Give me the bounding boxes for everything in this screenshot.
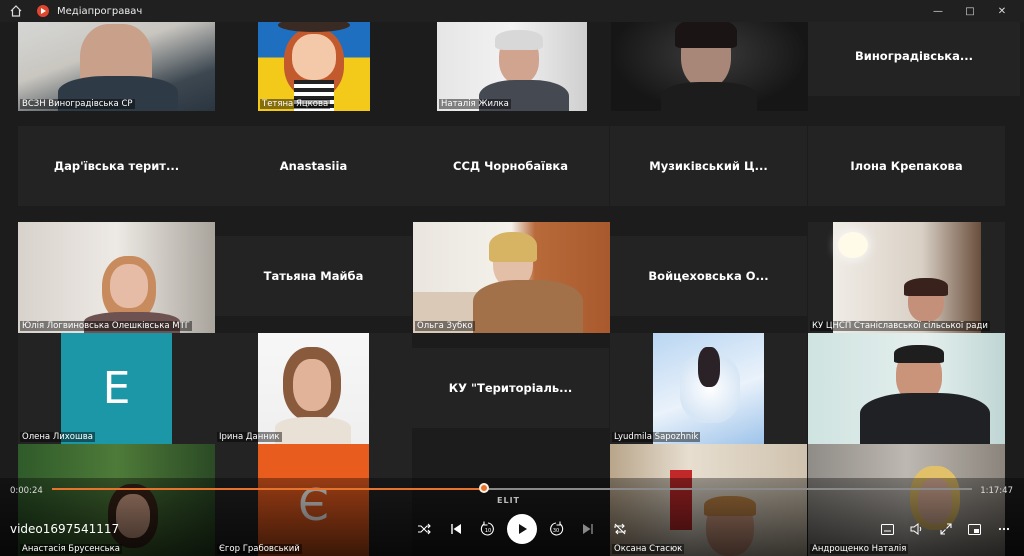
participant-name: Наталія Жилка <box>439 99 511 109</box>
play-button[interactable] <box>507 514 537 544</box>
subtitles-icon <box>881 523 894 535</box>
participant-name: ССД Чорнобаївка <box>453 159 568 173</box>
subtitles-button[interactable] <box>873 518 902 540</box>
video-filename: video1697541117 <box>10 522 120 536</box>
participant-name: Anastasiia <box>279 159 348 173</box>
seek-bar[interactable] <box>52 483 972 493</box>
participant-name: Оксана Стасюк <box>612 544 685 554</box>
svg-text:30: 30 <box>553 528 559 534</box>
participant-name: КУ ЦНСП Станіславської сільської ради <box>810 321 990 331</box>
more-icon <box>998 527 1009 531</box>
elapsed-time: 0:00:24 <box>10 486 43 496</box>
more-options-button[interactable] <box>989 518 1018 540</box>
title-bar: Медіапрогравач — □ ✕ <box>0 0 1024 22</box>
expand-icon <box>939 523 952 535</box>
participant-tile: Lyudmila Sapozhnik <box>610 333 807 444</box>
window-controls: — □ ✕ <box>922 0 1018 22</box>
participant-tile: Ірина Данник <box>215 333 412 444</box>
volume-button[interactable] <box>902 518 931 540</box>
minimize-button[interactable]: — <box>922 0 954 22</box>
total-duration: 1:17:47 <box>980 486 1013 496</box>
participant-tile: ССД Чорнобаївка <box>412 126 609 206</box>
participant-tile: Anastasiia <box>215 126 412 206</box>
participant-avatar: E <box>61 333 172 444</box>
participant-name: Lyudmila Sapozhnik <box>612 432 701 442</box>
seek-progress <box>52 488 485 490</box>
participant-tile: Ольга Зубко <box>413 222 610 333</box>
participant-name: Андрощенко Наталія <box>810 544 909 554</box>
participant-tile: Наталія Жилка <box>437 12 587 111</box>
playback-controls: 10 30 <box>408 514 636 544</box>
mini-player-icon <box>968 523 981 535</box>
maximize-button[interactable]: □ <box>954 0 986 22</box>
secondary-controls <box>873 518 1018 540</box>
participant-tile: Татьяна Майба <box>215 236 412 316</box>
participant-name: Олена Лихошва <box>20 432 95 442</box>
participant-name: Войцеховська О... <box>648 269 769 283</box>
participant-tile: Юлія Логвиновська Олешківська МТГ <box>18 222 215 333</box>
participant-name: Юлія Логвиновська Олешківська МТГ <box>20 321 192 331</box>
close-button[interactable]: ✕ <box>986 0 1018 22</box>
forward-30-button[interactable]: 30 <box>540 514 572 544</box>
next-icon <box>583 524 593 534</box>
participant-name: Музиківський Ц... <box>649 159 768 173</box>
rewind-10-icon: 10 <box>480 521 494 536</box>
previous-button[interactable] <box>440 514 472 544</box>
participant-tile: КУ "Територіаль... <box>412 348 609 428</box>
rewind-10-button[interactable]: 10 <box>472 514 504 544</box>
home-icon[interactable] <box>9 4 23 18</box>
shuffle-icon <box>418 523 431 535</box>
participant-tile <box>808 333 1005 444</box>
participant-name: Татьяна Майба <box>263 269 364 283</box>
participant-name: Ольга Зубко <box>415 321 475 331</box>
forward-30-icon: 30 <box>550 521 564 536</box>
participant-name: Анастасія Брусенська <box>20 544 123 554</box>
participant-name: Дар'ївська терит... <box>53 159 180 173</box>
participant-name: Єгор Грабовський <box>217 544 302 554</box>
seek-handle[interactable] <box>479 483 490 493</box>
participant-name: КУ "Територіаль... <box>448 381 573 395</box>
watermark-text: ELIT <box>497 496 520 505</box>
participant-name: Ірина Данник <box>217 432 282 442</box>
participant-tile: ВСЗН Виноградівська СР <box>18 16 215 111</box>
participant-tile <box>611 16 808 111</box>
participant-name: Тетяна Яцкова <box>260 99 331 109</box>
avatar-letter: E <box>102 363 131 414</box>
participant-tile: Музиківський Ц... <box>610 126 807 206</box>
fullscreen-button[interactable] <box>931 518 960 540</box>
participant-tile: Ілона Крепакова <box>808 126 1005 206</box>
participant-tile: Виноградівська... <box>808 16 1020 96</box>
repeat-off-icon <box>614 523 626 535</box>
participant-tile: E Олена Лихошва <box>18 333 215 444</box>
previous-icon <box>451 524 461 534</box>
participant-tile: Войцеховська О... <box>610 236 807 316</box>
participant-name: Ілона Крепакова <box>850 159 963 173</box>
mini-player-button[interactable] <box>960 518 989 540</box>
play-icon <box>519 524 527 534</box>
svg-text:10: 10 <box>485 528 491 534</box>
media-player-icon <box>37 5 49 17</box>
window-title: Медіапрогравач <box>57 5 143 17</box>
next-button[interactable] <box>572 514 604 544</box>
participant-name: Виноградівська... <box>855 49 973 63</box>
repeat-button[interactable] <box>604 514 636 544</box>
shuffle-button[interactable] <box>408 514 440 544</box>
participant-tile: Дар'ївська терит... <box>18 126 215 206</box>
participant-tile: КУ ЦНСП Станіславської сільської ради <box>808 222 1005 333</box>
volume-icon <box>910 523 922 535</box>
participant-name: ВСЗН Виноградівська СР <box>20 99 135 109</box>
